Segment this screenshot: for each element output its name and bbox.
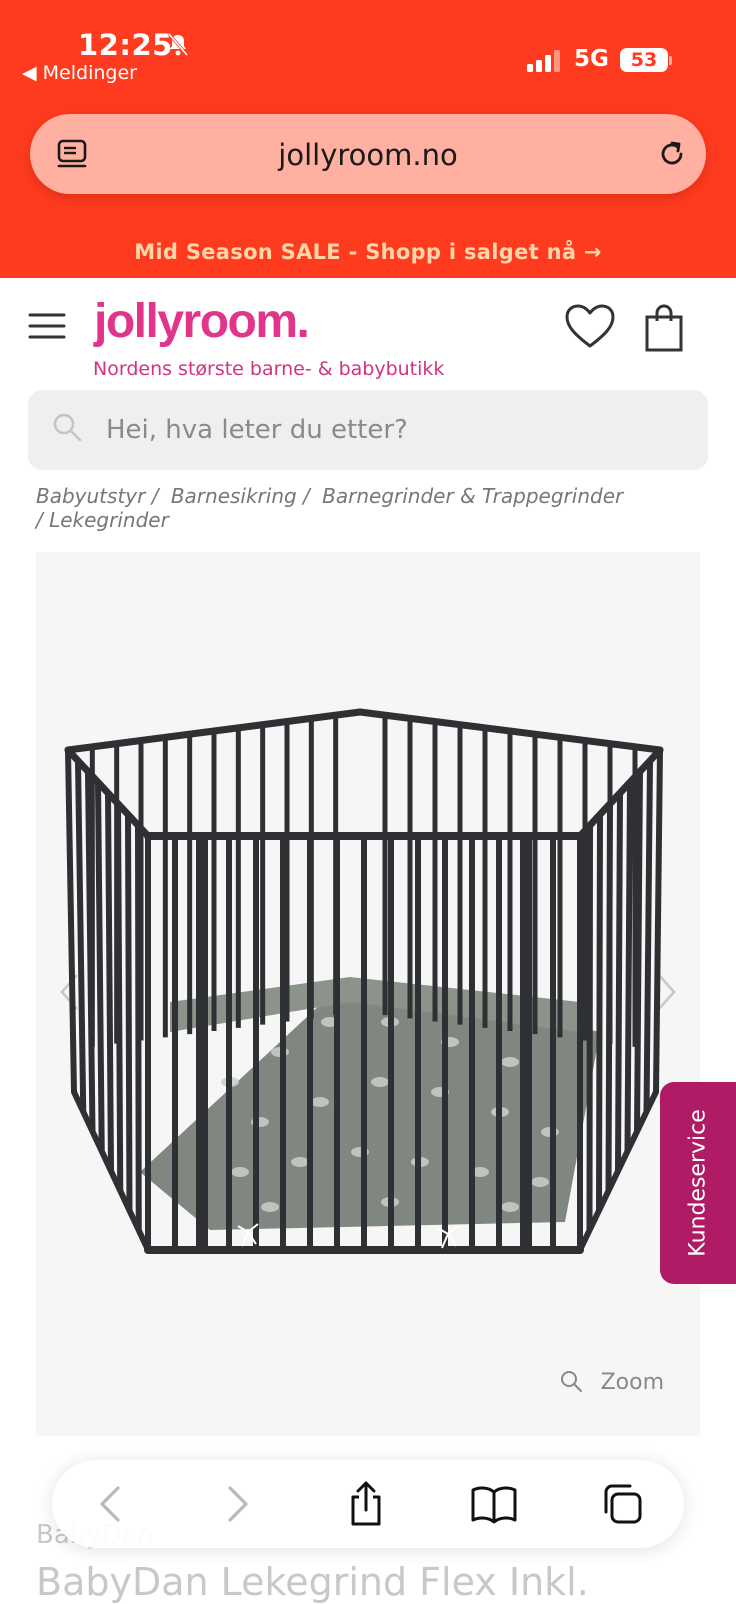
breadcrumb-item-barnesikring[interactable]: Barnesikring / [171, 484, 310, 508]
site-tagline: Nordens største barne- & babybutikk [93, 358, 445, 380]
back-icon [100, 1486, 120, 1522]
bell-muted-icon [167, 33, 189, 56]
battery-tip [669, 56, 672, 65]
search-icon [53, 413, 82, 442]
address-bar[interactable]: jollyroom.no [30, 114, 706, 194]
signal-icon [527, 50, 560, 72]
customer-service-label: Kundeservice [685, 1109, 711, 1257]
menu-icon[interactable] [28, 312, 66, 340]
bag-icon[interactable] [644, 304, 684, 352]
tabs-button[interactable] [598, 1480, 646, 1528]
bookmarks-icon [471, 1486, 517, 1524]
promo-banner[interactable]: Mid Season SALE - Shopp i salget nå → [0, 240, 736, 264]
breadcrumb-item-lekegrinder[interactable]: / Lekegrinder [36, 508, 169, 532]
battery-indicator: 53 [620, 48, 668, 72]
site-logo[interactable]: jollyroom. [94, 294, 310, 349]
back-to-app-link[interactable]: ◀ Meldinger [22, 62, 137, 84]
reload-icon[interactable] [656, 138, 688, 170]
browser-toolbar [52, 1460, 684, 1548]
zoom-button[interactable]: Zoom [601, 1370, 664, 1395]
top-bar: 12:25 ◀ Meldinger 5G 53 jollyroom.no Mid… [0, 0, 736, 278]
tabs-icon [604, 1484, 642, 1524]
share-icon [351, 1481, 381, 1526]
back-button[interactable] [86, 1480, 134, 1528]
bookmarks-button[interactable] [470, 1480, 518, 1528]
breadcrumb-item-barnegrinder[interactable]: Barnegrinder & Trappegrinder [322, 484, 623, 508]
breadcrumb-item-babyutstyr[interactable]: Babyutstyr / [36, 484, 158, 508]
search-input[interactable] [106, 408, 686, 452]
customer-service-tab[interactable]: Kundeservice [660, 1082, 736, 1284]
forward-button[interactable] [214, 1480, 262, 1528]
product-title: BabyDan Lekegrind Flex Inkl. [36, 1560, 589, 1604]
url-text[interactable]: jollyroom.no [30, 138, 706, 172]
forward-icon [228, 1486, 248, 1522]
search-bar[interactable] [28, 390, 708, 470]
product-image [64, 708, 664, 1254]
zoom-icon[interactable] [560, 1370, 582, 1392]
share-button[interactable] [342, 1480, 390, 1528]
status-time: 12:25 [78, 28, 173, 62]
breadcrumb: Babyutstyr / Barnesikring / Barnegrinder… [36, 484, 716, 532]
product-image-gallery[interactable]: Zoom [36, 552, 700, 1436]
heart-icon[interactable] [564, 304, 616, 350]
network-type: 5G [574, 46, 609, 72]
